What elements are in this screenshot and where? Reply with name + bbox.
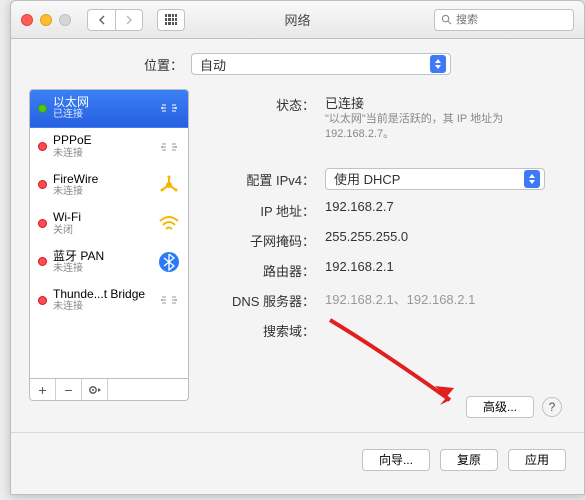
ethernet-icon <box>156 134 182 160</box>
zoom-button <box>59 14 71 26</box>
item-name: PPPoE <box>53 133 150 147</box>
item-sub: 关闭 <box>53 225 150 237</box>
add-interface-button[interactable]: + <box>30 379 56 400</box>
forward-button[interactable] <box>115 9 143 31</box>
actions-button[interactable] <box>82 379 108 400</box>
remove-interface-button[interactable]: − <box>56 379 82 400</box>
network-preferences-window: 网络 位置： 自动 以太网已连接 <box>10 0 585 495</box>
details-pane: 状态： 已连接 "以太网"当前是活跃的，其 IP 地址为 192.168.2.7… <box>203 89 566 418</box>
item-name: 蓝牙 PAN <box>53 249 150 263</box>
firewire-icon <box>156 172 182 198</box>
revert-button[interactable]: 复原 <box>440 449 498 471</box>
ip-address-label: IP 地址： <box>203 199 315 220</box>
wizard-button[interactable]: 向导... <box>362 449 430 471</box>
select-arrows-icon <box>430 55 446 73</box>
gear-icon <box>88 384 102 396</box>
status-description: "以太网"当前是活跃的，其 IP 地址为 192.168.2.7。 <box>325 112 535 143</box>
titlebar: 网络 <box>11 1 584 39</box>
item-sub: 未连接 <box>53 148 150 160</box>
status-dot-icon <box>38 219 47 228</box>
router-label: 路由器： <box>203 259 315 280</box>
status-dot-icon <box>38 104 47 113</box>
wifi-icon <box>156 210 182 236</box>
status-dot-icon <box>38 142 47 151</box>
item-sub: 已连接 <box>53 109 150 121</box>
location-value: 自动 <box>200 55 226 74</box>
status-dot-icon <box>38 180 47 189</box>
sidebar-item-wifi[interactable]: Wi-Fi关闭 <box>30 205 188 243</box>
sidebar-item-firewire[interactable]: FireWire未连接 <box>30 167 188 205</box>
select-arrows-icon <box>524 170 540 188</box>
search-icon <box>441 14 452 25</box>
search-field[interactable] <box>434 9 574 31</box>
item-name: Thunde...t Bridge <box>53 287 150 301</box>
item-sub: 未连接 <box>53 263 150 275</box>
location-select[interactable]: 自动 <box>191 53 451 75</box>
ethernet-icon <box>156 287 182 313</box>
item-name: Wi-Fi <box>53 210 150 224</box>
config-ipv4-value: 使用 DHCP <box>334 169 400 188</box>
close-button[interactable] <box>21 14 33 26</box>
chevron-left-icon <box>98 15 106 25</box>
subnet-mask-label: 子网掩码： <box>203 229 315 250</box>
show-all-button[interactable] <box>157 9 185 31</box>
interface-list: 以太网已连接 PPPoE未连接 FireWire未连接 <box>29 89 189 379</box>
sidebar-item-ethernet[interactable]: 以太网已连接 <box>30 90 188 128</box>
search-domain-label: 搜索域： <box>203 319 315 340</box>
nav-buttons <box>87 9 143 31</box>
item-name: FireWire <box>53 172 150 186</box>
sidebar-item-bluetooth[interactable]: 蓝牙 PAN未连接 <box>30 244 188 282</box>
minimize-button[interactable] <box>40 14 52 26</box>
config-ipv4-label: 配置 IPv4： <box>203 168 315 189</box>
ethernet-icon <box>156 95 182 121</box>
status-value: 已连接 <box>325 93 535 112</box>
dns-label: DNS 服务器： <box>203 289 315 310</box>
grid-icon <box>165 14 177 26</box>
status-dot-icon <box>38 296 47 305</box>
status-label: 状态： <box>203 93 315 114</box>
subnet-mask-value: 255.255.255.0 <box>325 229 408 244</box>
search-input[interactable] <box>456 14 549 26</box>
item-sub: 未连接 <box>53 186 150 198</box>
location-label: 位置： <box>144 55 183 74</box>
back-button[interactable] <box>87 9 115 31</box>
footer: 向导... 复原 应用 <box>11 432 584 487</box>
apply-button[interactable]: 应用 <box>508 449 566 471</box>
traffic-lights <box>21 14 71 26</box>
status-dot-icon <box>38 257 47 266</box>
sidebar: 以太网已连接 PPPoE未连接 FireWire未连接 <box>29 89 189 418</box>
dns-value: 192.168.2.1、192.168.2.1 <box>325 289 475 308</box>
sidebar-item-thunderbolt[interactable]: Thunde...t Bridge未连接 <box>30 282 188 320</box>
sidebar-item-pppoe[interactable]: PPPoE未连接 <box>30 128 188 166</box>
item-sub: 未连接 <box>53 301 150 313</box>
bluetooth-icon <box>156 249 182 275</box>
help-button[interactable]: ? <box>542 397 562 417</box>
ip-address-value: 192.168.2.7 <box>325 199 394 214</box>
router-value: 192.168.2.1 <box>325 259 394 274</box>
item-name: 以太网 <box>53 95 150 109</box>
sidebar-toolbar: + − <box>29 379 189 401</box>
config-ipv4-select[interactable]: 使用 DHCP <box>325 168 545 190</box>
chevron-right-icon <box>125 15 133 25</box>
location-row: 位置： 自动 <box>29 53 566 75</box>
advanced-button[interactable]: 高级... <box>466 396 534 418</box>
